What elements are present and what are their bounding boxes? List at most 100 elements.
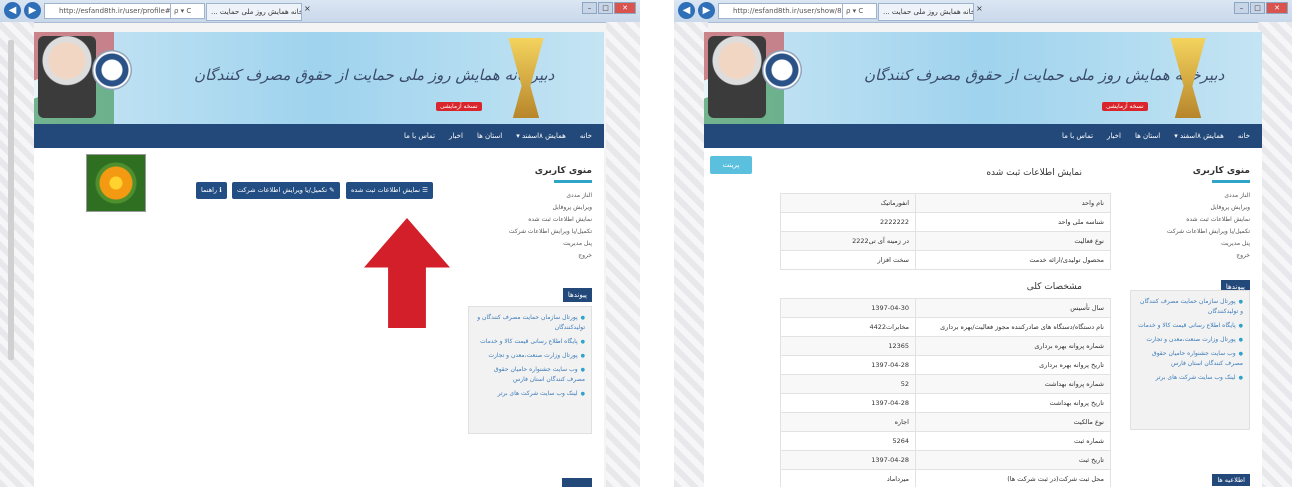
minimize-icon[interactable]: – (582, 2, 597, 14)
address-bar-controls[interactable]: ρ ▾ C (842, 3, 877, 19)
table-value: میرداماد (780, 469, 916, 487)
address-bar[interactable]: http://esfand8th.ir/user/show/824 (718, 3, 852, 19)
close-window-icon[interactable]: ✕ (614, 2, 636, 14)
link-item[interactable]: پورتال سازمان حمایت مصرف کنندگان و تولید… (475, 313, 585, 333)
news-header: اطلاعیه ها (1212, 474, 1250, 486)
table-key: محل ثبت شرکت(در ثبت شرکت ها) (915, 469, 1111, 487)
beta-badge: نسخه آزمایشی (1102, 102, 1148, 111)
user-menu-item[interactable]: خروج (1140, 250, 1250, 262)
nav-conference[interactable]: همایش ۸اسفند ▾ (516, 132, 566, 140)
table-key: سال تأسیس (915, 298, 1111, 318)
screenshot-show-info-page: ◀ ▶ http://esfand8th.ir/user/show/824 ρ … (674, 0, 1292, 487)
browser-titlebar: ◀ ▶ http://esfand8th.ir/user/show/824 ρ … (674, 0, 1292, 23)
table-value: 1397-04-28 (780, 450, 916, 470)
table-row: شماره پروانه بهداشت 52 (780, 374, 1111, 394)
banner-title: دبیرخانه همایش روز ملی حمایت از حقوق مصر… (864, 66, 1225, 84)
tab-close-icon[interactable]: × (976, 4, 983, 13)
user-menu-list: الناز مددی ویرایش پروفایل نمایش اطلاعات … (1140, 190, 1250, 262)
general-specs-table: سال تأسیس 1397-04-30 نام دستگاه/دستگاه ها… (780, 298, 1111, 487)
nav-contact[interactable]: تماس با ما (1062, 132, 1093, 140)
maximize-icon[interactable]: □ (1250, 2, 1265, 14)
link-item[interactable]: پایگاه اطلاع رسانی قیمت کالا و خدمات (1137, 321, 1243, 331)
table-value: 1397-04-28 (780, 393, 916, 413)
table-row: سال تأسیس 1397-04-30 (780, 298, 1111, 318)
link-item[interactable]: لینک وب سایت شرکت های برتر (475, 389, 585, 399)
table-row: محصول تولیدی/ارائه خدمت سخت افزار (780, 250, 1111, 270)
table-value: 5264 (780, 431, 916, 451)
table-row: نام واحد انفورماتیک (780, 193, 1111, 213)
window-controls: – □ ✕ (582, 2, 636, 14)
close-window-icon[interactable]: ✕ (1266, 2, 1288, 14)
user-menu-item[interactable]: نمایش اطلاعات ثبت شده (1140, 214, 1250, 226)
site-banner: دبیرخانه همایش روز ملی حمایت از حقوق مصر… (704, 32, 1262, 124)
browser-titlebar: ◀ ▶ http://esfand8th.ir/user/profile# ρ … (0, 0, 640, 23)
user-menu-item[interactable]: ویرایش پروفایل (482, 202, 592, 214)
user-menu-item[interactable]: نمایش اطلاعات ثبت شده (482, 214, 592, 226)
emblem-logo (92, 50, 132, 90)
forward-button[interactable]: ▶ (698, 2, 715, 19)
table-value: اجاره (780, 412, 916, 432)
user-menu-item[interactable]: پنل مدیریت (1140, 238, 1250, 250)
link-item[interactable]: وب سایت جشنواره حامیان حقوق مصرف کنندگان… (475, 365, 585, 385)
table-value: 1397-04-30 (780, 298, 916, 318)
nav-news[interactable]: اخبار (1107, 132, 1121, 140)
tab-close-icon[interactable]: × (304, 4, 311, 13)
address-bar-controls[interactable]: ρ ▾ C (170, 3, 205, 19)
guide-button[interactable]: ℹ راهنما (196, 182, 227, 199)
link-item[interactable]: وب سایت جشنواره حامیان حقوق مصرف کنندگان… (1137, 349, 1243, 369)
table-key: شماره پروانه بهداشت (915, 374, 1111, 394)
link-item[interactable]: پورتال وزارت صنعت،معدن و تجارت (475, 351, 585, 361)
company-logo-image (86, 154, 146, 212)
show-registered-info-button[interactable]: ☰ نمایش اطلاعات ثبت شده (346, 182, 433, 199)
table-value: مخابرات4422 (780, 317, 916, 337)
scrollbar[interactable] (8, 40, 14, 360)
table-key: نام واحد (915, 193, 1111, 213)
nav-contact[interactable]: تماس با ما (404, 132, 435, 140)
link-item[interactable]: پورتال وزارت صنعت،معدن و تجارت (1137, 335, 1243, 345)
user-menu-item[interactable]: تکمیل/یا ویرایش اطلاعات شرکت (482, 226, 592, 238)
screenshot-profile-page: ◀ ▶ http://esfand8th.ir/user/profile# ρ … (0, 0, 640, 487)
nav-provinces[interactable]: استان ها (1135, 132, 1160, 140)
menu-underline (554, 180, 592, 183)
user-menu-item[interactable]: ویرایش پروفایل (1140, 202, 1250, 214)
back-button[interactable]: ◀ (678, 2, 695, 19)
link-item[interactable]: پورتال سازمان حمایت مصرف کنندگان و تولید… (1137, 297, 1243, 317)
back-button[interactable]: ◀ (4, 2, 21, 19)
user-menu-item[interactable]: پنل مدیریت (482, 238, 592, 250)
table-key: نوع مالکیت (915, 412, 1111, 432)
portrait-image (38, 36, 96, 118)
forward-button[interactable]: ▶ (24, 2, 41, 19)
table-key: تاریخ پروانه بهره برداری (915, 355, 1111, 375)
table-row: نوع مالکیت اجاره (780, 412, 1111, 432)
user-menu-item[interactable]: الناز مددی (1140, 190, 1250, 202)
link-item[interactable]: لینک وب سایت شرکت های برتر (1137, 373, 1243, 383)
edit-company-info-button[interactable]: ✎ تکمیل/یا ویرایش اطلاعات شرکت (232, 182, 340, 199)
user-menu-item[interactable]: تکمیل/یا ویرایش اطلاعات شرکت (1140, 226, 1250, 238)
table-value: 1397-04-28 (780, 355, 916, 375)
table-row: شماره پروانه بهره برداری 12365 (780, 336, 1111, 356)
main-navbar: خانه همایش ۸اسفند ▾ استان ها اخبار تماس … (704, 124, 1262, 148)
nav-news[interactable]: اخبار (449, 132, 463, 140)
main-navbar: خانه همایش ۸اسفند ▾ استان ها اخبار تماس … (34, 124, 604, 148)
maximize-icon[interactable]: □ (598, 2, 613, 14)
page-content: منوی کاربری الناز مددی ویرایش پروفایل نم… (704, 148, 1262, 487)
user-menu-item[interactable]: خروج (482, 250, 592, 262)
link-item[interactable]: پایگاه اطلاع رسانی قیمت کالا و خدمات (475, 337, 585, 347)
left-ornament (674, 22, 708, 487)
nav-home[interactable]: خانه (580, 132, 592, 140)
user-menu-title: منوی کاربری (534, 166, 592, 176)
nav-provinces[interactable]: استان ها (477, 132, 502, 140)
print-button[interactable]: پرینت (710, 156, 752, 174)
browser-tab[interactable]: ... دبیرخانه همایش روز ملی حمایت (878, 3, 974, 21)
table-value: سخت افزار (780, 250, 916, 270)
user-menu-item[interactable]: الناز مددی (482, 190, 592, 202)
nav-home[interactable]: خانه (1238, 132, 1250, 140)
browser-tab[interactable]: ... دبیرخانه همایش روز ملی حمایت (206, 3, 302, 21)
portrait-image (708, 36, 766, 118)
nav-conference[interactable]: همایش ۸اسفند ▾ (1174, 132, 1224, 140)
registered-info-table: نام واحد انفورماتیک شناسه ملی واحد 2222222… (780, 193, 1111, 270)
address-bar[interactable]: http://esfand8th.ir/user/profile# (44, 3, 180, 19)
minimize-icon[interactable]: – (1234, 2, 1249, 14)
table-key: محصول تولیدی/ارائه خدمت (915, 250, 1111, 270)
table-value: انفورماتیک (780, 193, 916, 213)
